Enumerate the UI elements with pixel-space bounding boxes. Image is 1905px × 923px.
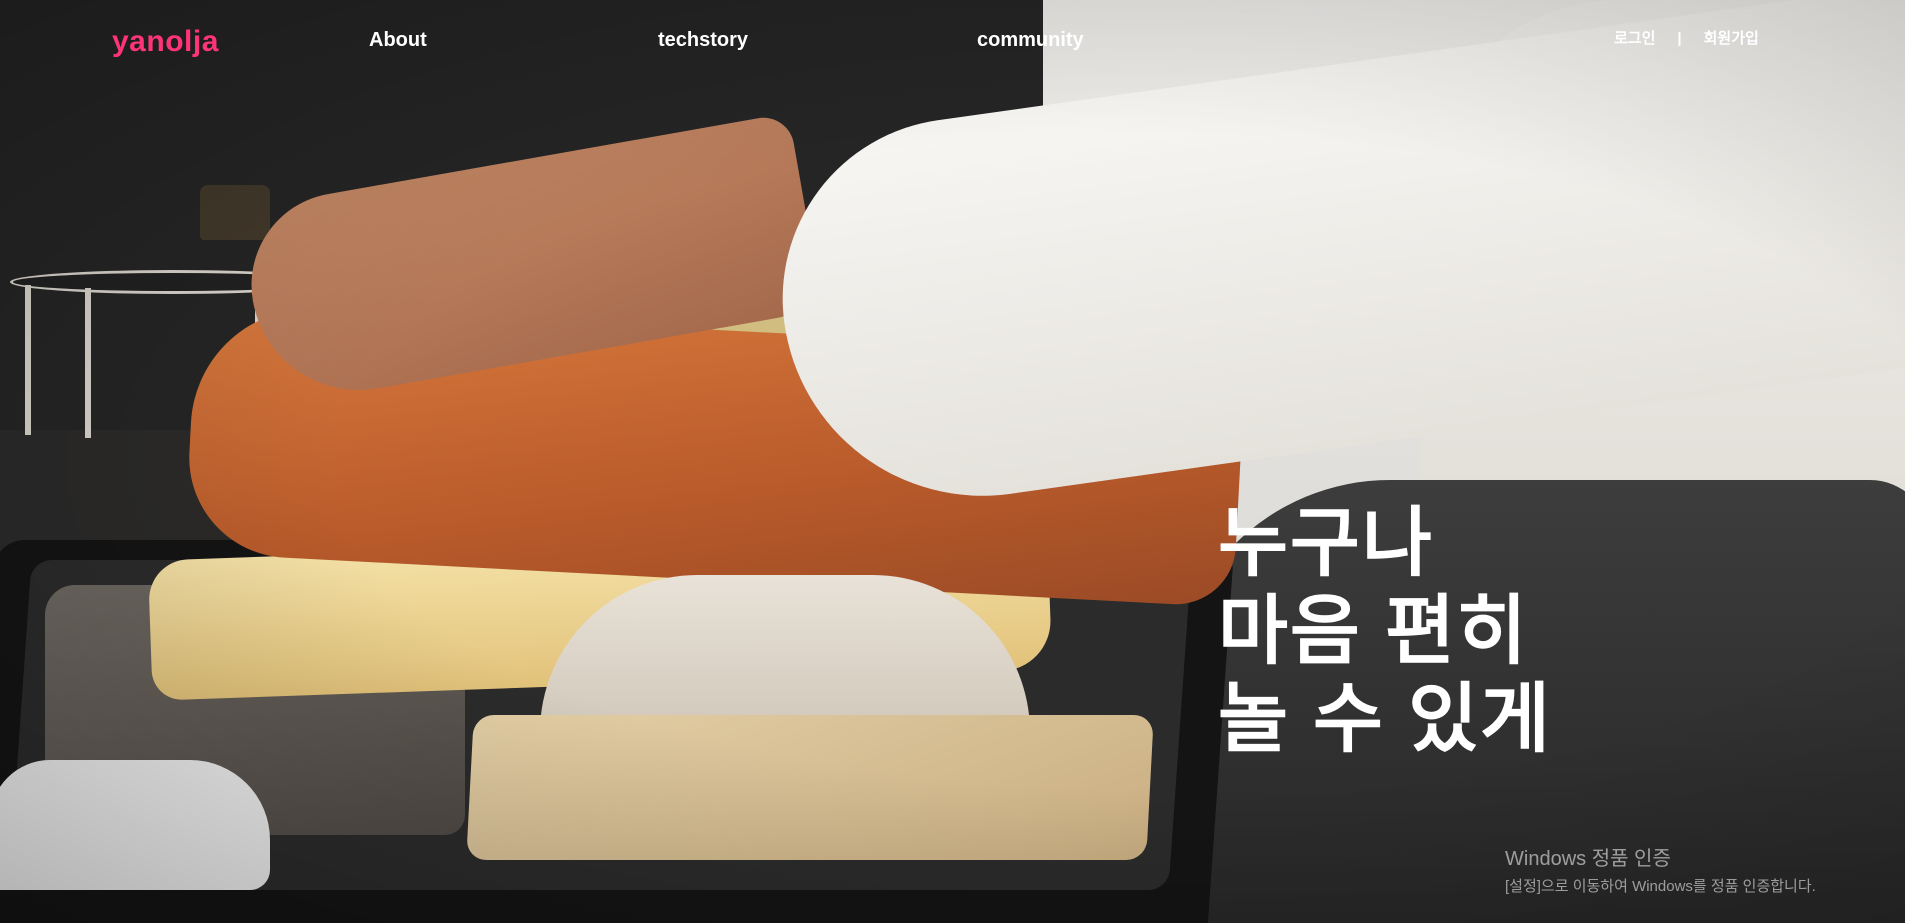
headline-line-3: 놀 수 있게 [1218,677,1552,762]
nav-techstory[interactable]: techstory [658,29,748,52]
signup-link[interactable]: 회원가입 [1704,30,1759,47]
auth-separator: | [1677,30,1682,47]
hero-section: yanolja About techstory community 로그인 | 회원… [0,0,1905,923]
headline-line-1: 누구나 [1218,501,1434,586]
site-header: yanolja About techstory community 로그인 | 회원… [0,0,1905,80]
nav-community[interactable]: community [977,29,1084,52]
auth-links: 로그인 | 회원가입 [1614,27,1759,48]
windows-activation-watermark: Windows 정품 인증 [설정]으로 이동하여 Windows를 정품 인증… [1505,842,1816,896]
hero-background-photo [0,0,1905,923]
watermark-title: Windows 정품 인증 [1505,848,1671,870]
watermark-subtitle: [설정]으로 이동하여 Windows를 정품 인증합니다. [1505,878,1816,895]
yanolja-logo[interactable]: yanolja [112,25,219,59]
nav-about[interactable]: About [369,29,427,52]
login-link[interactable]: 로그인 [1614,30,1655,47]
headline-line-2: 마음 편히 [1218,589,1529,674]
hero-headline: 누구나 마음 편히 놀 수 있게 [1218,500,1552,764]
